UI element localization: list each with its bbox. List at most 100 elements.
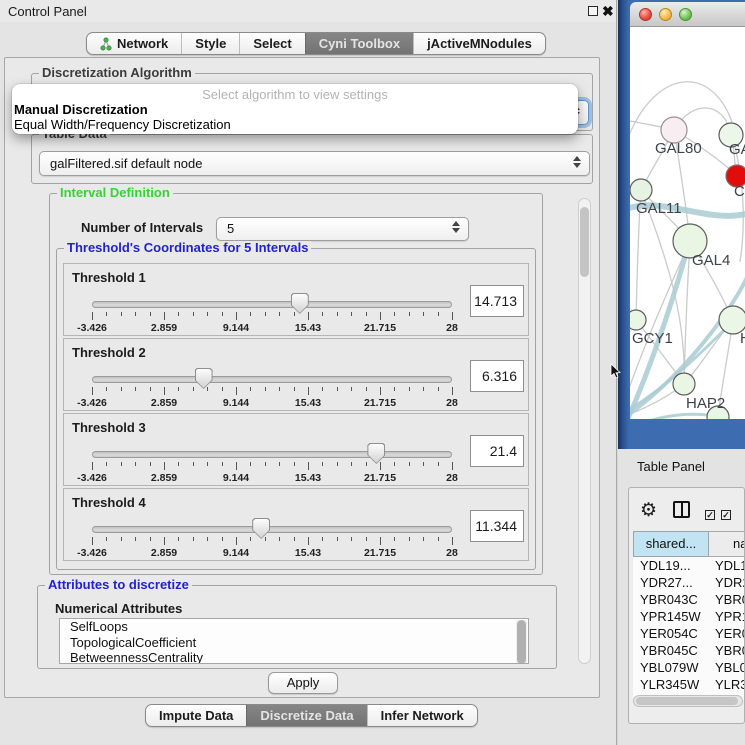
slider-tick (366, 312, 367, 316)
slider-tick (409, 387, 410, 391)
tab-network[interactable]: Network (87, 33, 181, 54)
algorithm-option-manual[interactable]: Manual Discretization (14, 102, 148, 117)
float-window-icon[interactable] (588, 6, 598, 16)
slider-tick (135, 312, 136, 316)
slider-tick (265, 537, 266, 541)
zoom-traffic-light-icon[interactable] (679, 8, 692, 21)
network-node[interactable] (630, 310, 646, 330)
slider-tick (150, 537, 151, 541)
slider-tick (351, 537, 352, 541)
cell-shared-name: YBR043C (633, 591, 709, 608)
slider-tick (409, 462, 410, 466)
slider-tick (236, 462, 237, 470)
slider-tick (178, 312, 179, 316)
tab-label: Style (195, 36, 226, 51)
slider-tick (452, 462, 453, 470)
slider-tick-label: 2.859 (151, 397, 177, 409)
network-node[interactable] (630, 179, 652, 201)
table-row[interactable]: YBR045CYBR0 (633, 642, 745, 659)
threshold-value-field[interactable]: 14.713 (470, 285, 524, 317)
table-row[interactable]: YDR27...YDR2 (633, 574, 745, 591)
slider-thumb-face (253, 519, 269, 538)
cell-name: YBL0 (709, 659, 745, 676)
bottom-tab-impute-data[interactable]: Impute Data (146, 705, 246, 726)
slider-track[interactable] (92, 451, 452, 458)
attribute-list-item[interactable]: TopologicalCoefficient (60, 635, 528, 651)
top-tab-bar: Network Style Select Cyni ToolboxjActiveMNo… (86, 32, 546, 55)
cell-name: YBR0 (709, 642, 745, 659)
tab-style[interactable]: Style (181, 33, 239, 54)
slider-tick (164, 312, 165, 320)
slider-tick (423, 312, 424, 316)
threshold-value-field[interactable]: 11.344 (470, 510, 524, 542)
slider-tick (178, 387, 179, 391)
checkbox-checked-icon[interactable]: ✓ (705, 510, 715, 520)
table-rows[interactable]: YDL19...YDL1YDR27...YDR2YBR043CYBR0YPR14… (633, 557, 745, 700)
algorithm-option-equal-width[interactable]: Equal Width/Frequency Discretization (14, 117, 231, 132)
table-row[interactable]: YBR043CYBR0 (633, 591, 745, 608)
slider-tick (438, 312, 439, 316)
network-canvas[interactable]: GAL80GACGAL11GAL4GCY1HHAP2 (630, 27, 745, 419)
slider-thumb[interactable] (252, 518, 270, 539)
slider-tick (394, 537, 395, 541)
slider-tick (236, 312, 237, 320)
minimize-traffic-light-icon[interactable] (659, 8, 672, 21)
bottom-tab-bar: Impute DataDiscretize DataInfer Network (145, 704, 478, 727)
cell-name: YDL1 (709, 557, 745, 574)
slider-track[interactable] (92, 301, 452, 308)
slider-track[interactable] (92, 526, 452, 533)
slider-thumb[interactable] (195, 368, 213, 389)
slider-tick (452, 387, 453, 395)
network-node-label: C (734, 183, 745, 200)
column-header-shared-name[interactable]: shared... (633, 531, 709, 557)
table-data-combobox[interactable]: galFiltered.sif default node (39, 151, 590, 176)
apply-button[interactable]: Apply (268, 672, 338, 694)
table-horizontal-scrollbar[interactable] (633, 695, 743, 707)
combobox-stepper-icon[interactable] (452, 221, 460, 233)
slider-thumb[interactable] (291, 293, 309, 314)
slider-track[interactable] (92, 376, 452, 383)
slider-tick (322, 387, 323, 391)
attribute-list-item[interactable]: BetweennessCentrality (60, 650, 528, 664)
slider-tick (322, 462, 323, 466)
threshold-value-field[interactable]: 21.4 (470, 435, 524, 467)
slider-tick (308, 312, 309, 320)
table-row[interactable]: YLR345WYLR3 (633, 676, 745, 693)
split-columns-icon[interactable] (673, 501, 690, 518)
table-row[interactable]: YPR145WYPR1 (633, 608, 745, 625)
panel-scrollbar[interactable] (578, 198, 591, 664)
attributes-list[interactable]: SelfLoopsTopologicalCoefficientBetweenne… (59, 618, 529, 664)
slider-tick (92, 537, 93, 545)
attributes-list-scrollbar[interactable] (516, 620, 527, 664)
checkbox-checked-icon[interactable]: ✓ (721, 510, 731, 520)
slider-tick (135, 387, 136, 391)
tab-select[interactable]: Select (239, 33, 304, 54)
table-row[interactable]: YDL19...YDL1 (633, 557, 745, 574)
column-header-name[interactable]: na (709, 531, 745, 557)
network-window-titlebar (630, 2, 745, 27)
bottom-tab-infer-network[interactable]: Infer Network (367, 705, 477, 726)
table-row[interactable]: YER054CYER0 (633, 625, 745, 642)
cyni-toolbox-panel: Discretization Algorithm Table Data galF… (4, 57, 600, 698)
slider-tick (121, 462, 122, 466)
attribute-list-item[interactable]: SelfLoops (60, 619, 528, 635)
combobox-stepper-icon[interactable] (573, 156, 581, 168)
slider-tick (366, 537, 367, 541)
table-panel-body: ⚙ ✓ ✓ shared... na YDL19...YDL1YDR27...Y… (628, 487, 745, 724)
tab-jactivemnodules[interactable]: jActiveMNodules (413, 33, 545, 54)
table-row[interactable]: YBL079WYBL0 (633, 659, 745, 676)
slider-tick (322, 312, 323, 316)
close-icon[interactable]: ✖ (602, 3, 614, 20)
slider-tick (308, 387, 309, 395)
close-traffic-light-icon[interactable] (639, 8, 652, 21)
threshold-value-field[interactable]: 6.316 (470, 360, 524, 392)
tab-label: Select (253, 36, 291, 51)
num-intervals-combobox[interactable]: 5 (216, 217, 469, 241)
tab-cyni-toolbox[interactable]: Cyni Toolbox (305, 33, 413, 54)
network-node[interactable] (673, 373, 695, 395)
gear-icon[interactable]: ⚙ (640, 499, 657, 522)
bottom-tab-discretize-data[interactable]: Discretize Data (246, 705, 366, 726)
slider-tick (106, 387, 107, 391)
slider-thumb[interactable] (367, 443, 385, 464)
slider-tick (394, 462, 395, 466)
